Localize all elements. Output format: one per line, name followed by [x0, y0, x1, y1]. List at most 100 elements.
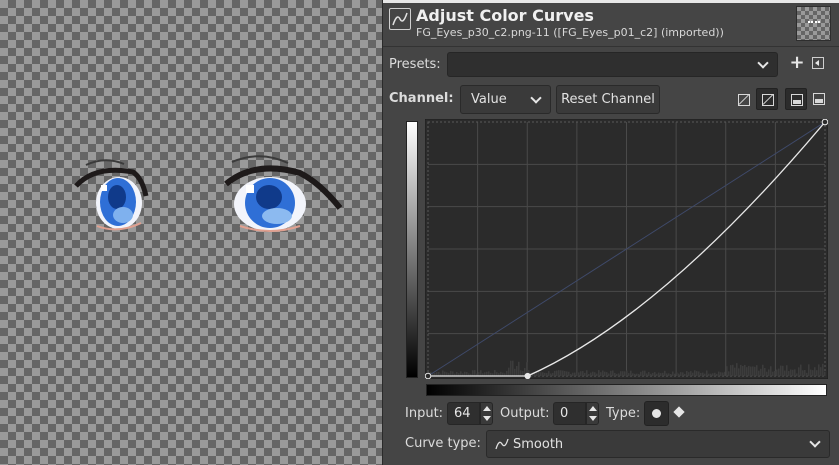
- curve-editor[interactable]: [425, 119, 828, 379]
- histogram-bar: [742, 365, 744, 376]
- input-value-field[interactable]: 64: [447, 402, 480, 425]
- histogram-bar: [758, 370, 760, 376]
- histogram-bar: [720, 372, 722, 376]
- histogram-bar: [594, 372, 596, 376]
- histogram-bar: [776, 369, 778, 376]
- histogram-bar: [642, 370, 644, 376]
- presets-label: Presets:: [389, 57, 441, 72]
- histogram-bar: [598, 370, 600, 376]
- input-stepper[interactable]: [480, 402, 493, 425]
- input-gradient-bar: [426, 384, 827, 396]
- curve-point-handle[interactable]: [425, 372, 432, 379]
- histogram-bar: [672, 371, 674, 376]
- presets-combo[interactable]: [447, 52, 778, 77]
- output-stepper[interactable]: [586, 402, 599, 425]
- reset-channel-button[interactable]: Reset Channel: [556, 85, 660, 114]
- histogram-bar: [474, 370, 476, 376]
- output-spinbutton[interactable]: 0: [553, 402, 600, 425]
- histogram-bar: [734, 367, 736, 376]
- histogram-bar: [750, 366, 752, 376]
- log-curve-icon[interactable]: [756, 88, 778, 110]
- histogram-bar: [602, 370, 604, 376]
- histogram-bar: [762, 364, 764, 376]
- histogram-bar: [746, 367, 748, 376]
- histogram-bar: [804, 369, 806, 376]
- increment-icon[interactable]: [483, 406, 491, 411]
- output-value-field[interactable]: 0: [553, 402, 586, 425]
- histogram-bar: [786, 365, 788, 376]
- histogram-bar: [608, 373, 610, 376]
- curve-point-handle[interactable]: [524, 372, 531, 379]
- histogram-bar: [658, 372, 660, 376]
- histogram-bar: [596, 373, 598, 376]
- histogram-bar: [590, 372, 592, 376]
- histogram-bar: [684, 373, 686, 376]
- histogram-bar: [592, 371, 594, 376]
- curve-type-label: Curve type:: [405, 436, 481, 451]
- histogram-bar: [820, 367, 822, 376]
- histogram-bar: [680, 372, 682, 376]
- histogram-bar: [618, 373, 620, 376]
- histogram-bar: [732, 364, 734, 376]
- image-canvas[interactable]: [0, 0, 382, 465]
- histogram-bar: [648, 372, 650, 376]
- histogram-bar: [650, 373, 652, 376]
- histogram-bar: [760, 368, 762, 376]
- curves-dialog: Adjust Color Curves FG_Eyes_p30_c2.png-1…: [383, 0, 839, 465]
- histogram-bar: [664, 370, 666, 376]
- histogram-bar: [600, 372, 602, 376]
- histogram-bar: [564, 371, 566, 376]
- histogram-bar: [452, 371, 454, 376]
- histogram-bar: [566, 371, 568, 376]
- increment-icon[interactable]: [589, 406, 597, 411]
- histogram-bar: [692, 372, 694, 376]
- smooth-point-icon[interactable]: [644, 401, 669, 426]
- histogram-bar: [558, 370, 560, 376]
- histogram-bar: [604, 371, 606, 376]
- histogram-log-icon[interactable]: [808, 88, 830, 110]
- histogram-bar: [740, 364, 742, 376]
- linear-curve-icon[interactable]: [733, 89, 755, 111]
- histogram-bar: [628, 373, 630, 376]
- chevron-down-icon: [809, 436, 821, 448]
- histogram-bar: [812, 370, 814, 376]
- layer-thumbnail-icon: [796, 6, 831, 41]
- histogram-bar: [764, 367, 766, 376]
- histogram-bar: [606, 372, 608, 376]
- histogram-bar: [586, 370, 588, 376]
- channel-combo[interactable]: Value: [460, 85, 551, 114]
- input-spinbutton[interactable]: 64: [447, 402, 494, 425]
- type-label: Type:: [606, 406, 641, 421]
- decrement-icon[interactable]: [483, 416, 491, 421]
- histogram-bar: [518, 361, 520, 376]
- dialog-top-strip: [383, 0, 839, 3]
- histogram-bar: [676, 372, 678, 376]
- histogram-bar: [588, 373, 590, 376]
- histogram-bar: [736, 363, 738, 376]
- histogram-bar: [682, 372, 684, 376]
- preset-menu-icon[interactable]: [812, 57, 824, 69]
- histogram-bar: [568, 371, 570, 376]
- decrement-icon[interactable]: [589, 416, 597, 421]
- histogram-bar: [824, 371, 826, 376]
- curve-point-handle[interactable]: [821, 119, 828, 126]
- histogram-bar: [688, 372, 690, 376]
- histogram-bar: [512, 360, 514, 376]
- curve-graph[interactable]: [425, 119, 828, 379]
- right-eye-drawing: [224, 155, 343, 232]
- histogram-bar: [540, 372, 542, 376]
- histogram-bar: [506, 370, 508, 376]
- histogram-bar: [738, 368, 740, 376]
- histogram-bar: [574, 372, 576, 376]
- histogram-linear-icon[interactable]: [785, 88, 807, 110]
- corner-point-icon[interactable]: [673, 406, 685, 418]
- histogram-bar: [584, 372, 586, 376]
- curve-type-combo[interactable]: Smooth: [486, 430, 830, 458]
- histogram-bar: [772, 371, 774, 376]
- histogram-bar: [754, 366, 756, 376]
- histogram-bar: [514, 368, 516, 376]
- histogram-bar: [674, 373, 676, 376]
- histogram-bar: [822, 363, 824, 376]
- dialog-subtitle: FG_Eyes_p30_c2.png-11 ([FG_Eyes_p01_c2] …: [416, 26, 724, 39]
- plus-icon[interactable]: +: [788, 54, 806, 72]
